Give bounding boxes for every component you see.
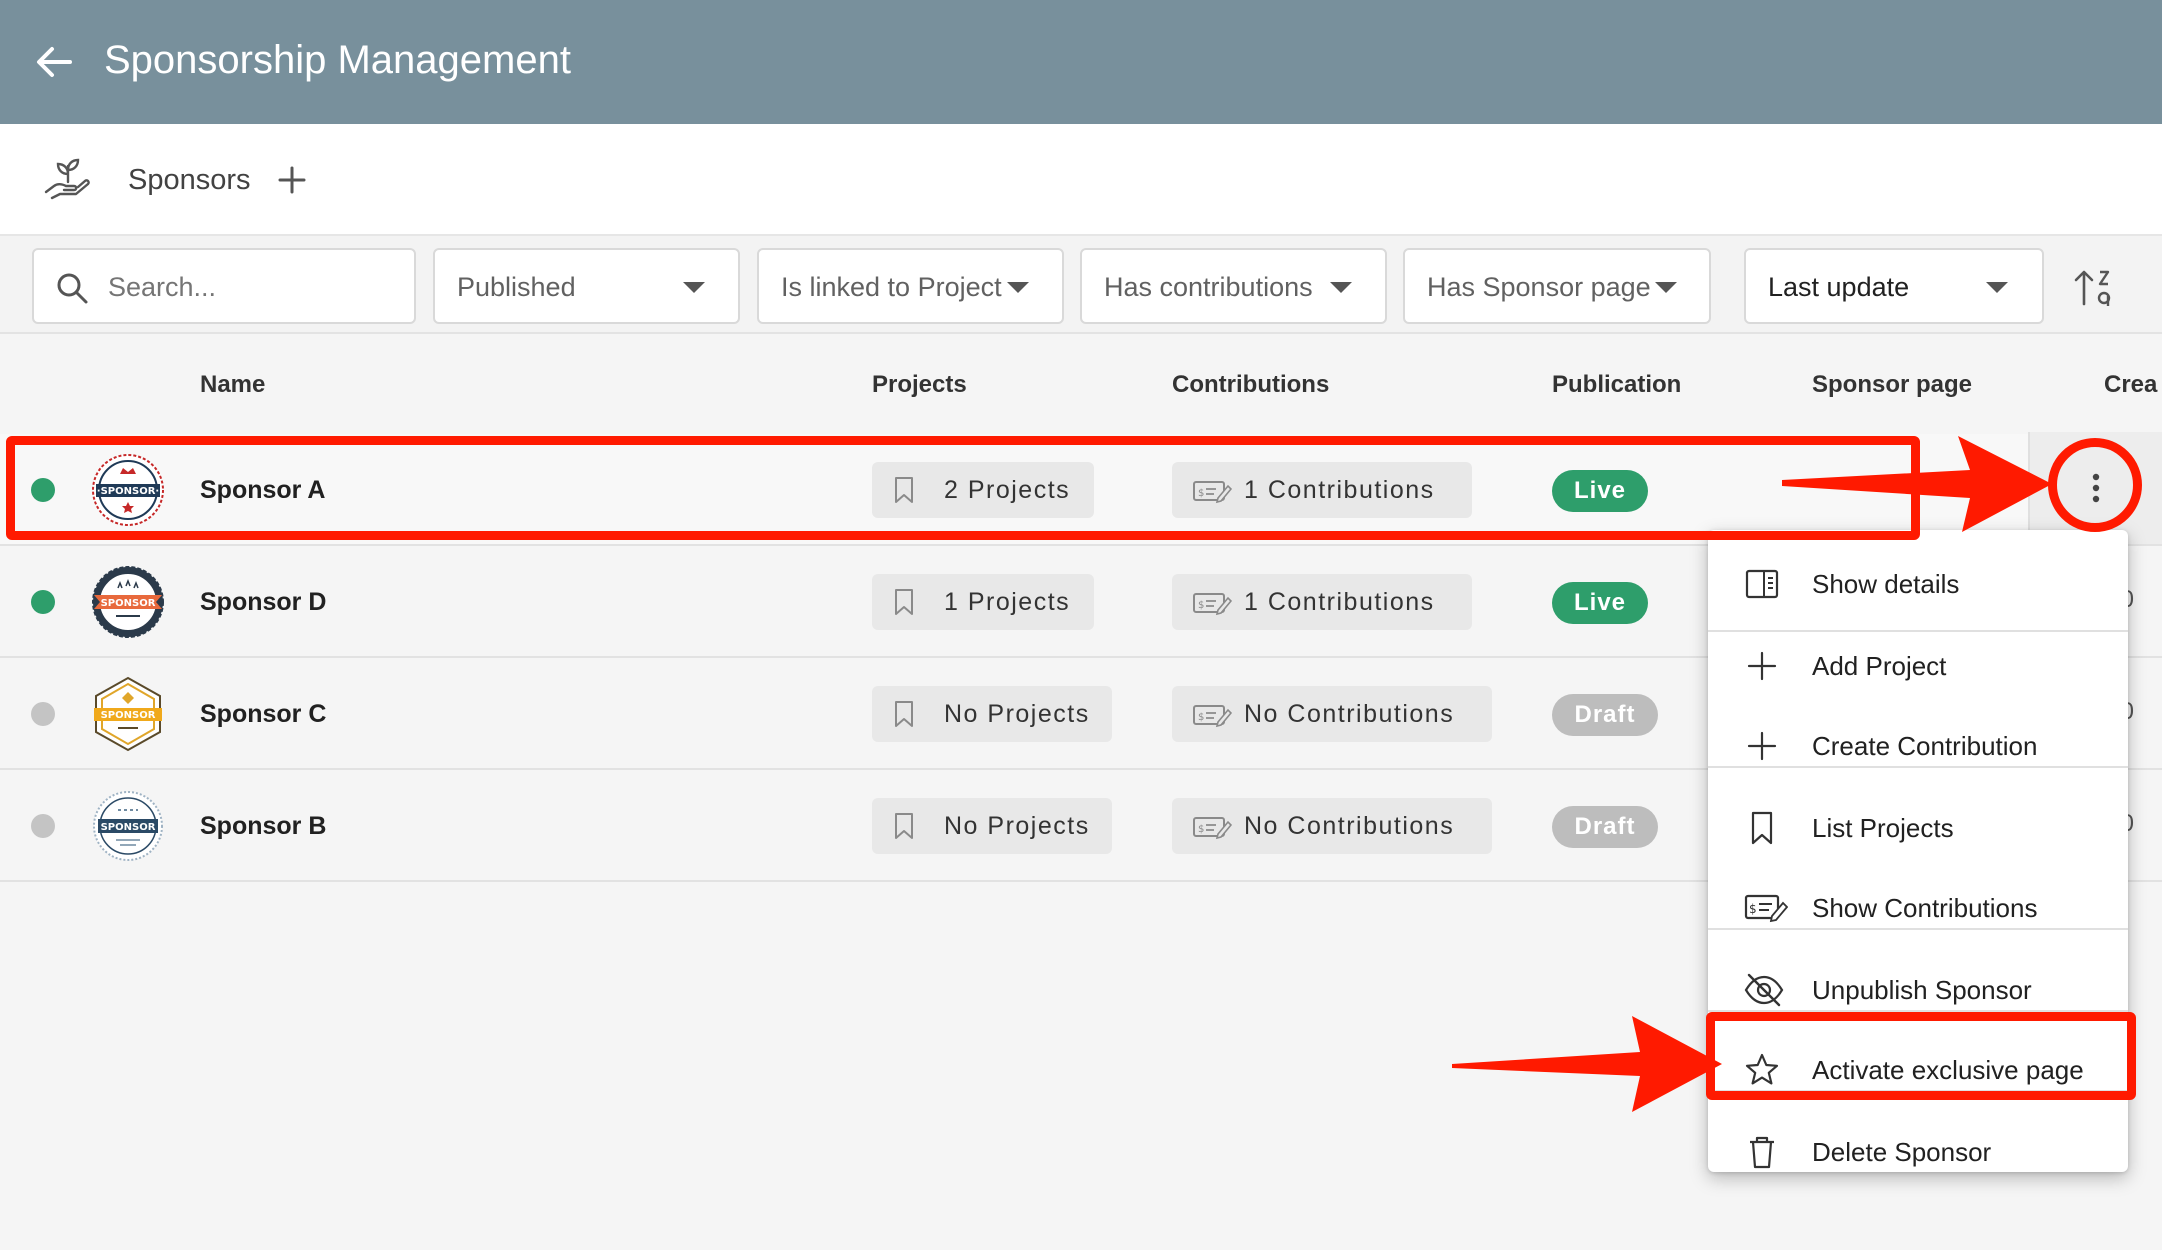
arrow-annotation xyxy=(1782,436,2052,532)
column-header-sponsor-page[interactable]: Sponsor page xyxy=(1812,370,1972,400)
chevron-down-icon xyxy=(1330,282,1352,293)
menu-divider xyxy=(1708,928,2128,930)
svg-text:$: $ xyxy=(1749,902,1757,916)
contributions-chip[interactable]: $ No Contributions xyxy=(1172,798,1492,854)
contributions-chip[interactable]: $ 1 Contributions xyxy=(1172,574,1472,630)
publication-badge: Draft xyxy=(1552,694,1658,736)
projects-chip[interactable]: 1 Projects xyxy=(872,574,1094,630)
svg-text:$: $ xyxy=(1198,824,1204,835)
arrow-annotation xyxy=(1452,1016,1722,1112)
contributions-chip[interactable]: $ No Contributions xyxy=(1172,686,1492,742)
menu-item-show-details[interactable]: Show details xyxy=(1708,542,2128,622)
published-filter[interactable]: Published xyxy=(433,248,740,324)
plus-icon xyxy=(1747,731,1777,761)
highlight-kebab-annotation xyxy=(2048,438,2142,532)
chevron-down-icon xyxy=(683,282,705,293)
menu-item-label: List Projects xyxy=(1812,813,1954,843)
sort-select[interactable]: Last update xyxy=(1744,248,2044,324)
back-arrow-icon[interactable] xyxy=(30,38,78,86)
contribution-icon: $ xyxy=(1193,817,1232,840)
sponsor-logo: SPONSOR xyxy=(93,791,163,861)
panel-icon xyxy=(1745,569,1779,599)
publication-badge: Live xyxy=(1552,582,1648,624)
sort-select-label: Last update xyxy=(1768,272,1910,302)
contributions-chip-label: No Contributions xyxy=(1244,700,1455,728)
column-header-created[interactable]: Crea xyxy=(2104,370,2157,400)
sponsor-page-filter-label: Has Sponsor page xyxy=(1427,272,1651,302)
projects-chip[interactable]: No Projects xyxy=(872,798,1112,854)
chevron-down-icon xyxy=(1655,282,1677,293)
svg-text:$: $ xyxy=(1198,712,1204,723)
menu-item-label: Unpublish Sponsor xyxy=(1812,975,2032,1005)
filter-bar: Search... Published Is linked to Project… xyxy=(0,236,2162,334)
status-dot xyxy=(31,702,55,726)
menu-item-show-contributions[interactable]: $ Show Contributions xyxy=(1708,866,2128,946)
published-filter-label: Published xyxy=(457,272,576,302)
svg-text:SPONSOR: SPONSOR xyxy=(101,598,156,609)
highlight-row-annotation xyxy=(6,436,1920,540)
projects-chip-label: No Projects xyxy=(944,700,1090,728)
sponsor-plant-icon xyxy=(44,158,90,200)
menu-item-label: Show details xyxy=(1812,569,1960,599)
menu-item-label: Show Contributions xyxy=(1812,893,2038,923)
linked-project-filter-label: Is linked to Project xyxy=(781,272,1002,302)
add-sponsor-icon[interactable] xyxy=(278,158,306,202)
sponsor-name[interactable]: Sponsor D xyxy=(200,586,326,618)
app-bar: Sponsorship Management xyxy=(0,0,2162,124)
table-header: Name Projects Contributions Publication … xyxy=(0,334,2162,434)
menu-item-label: Add Project xyxy=(1812,651,1947,681)
column-header-name[interactable]: Name xyxy=(200,370,265,400)
eye-off-icon xyxy=(1744,973,1784,1007)
contribution-icon: $ xyxy=(1193,593,1232,616)
menu-item-create-contribution[interactable]: Create Contribution xyxy=(1708,704,2128,784)
menu-divider xyxy=(1708,766,2128,768)
bookmark-icon xyxy=(1751,811,1773,845)
menu-item-list-projects[interactable]: List Projects xyxy=(1708,786,2128,866)
column-header-contributions[interactable]: Contributions xyxy=(1172,370,1329,400)
svg-text:$: $ xyxy=(1198,600,1204,611)
section-header: Sponsors xyxy=(0,124,2162,236)
chevron-down-icon xyxy=(1007,282,1029,293)
publication-badge: Draft xyxy=(1552,806,1658,848)
plus-icon xyxy=(1747,651,1777,681)
status-dot xyxy=(31,814,55,838)
sponsor-name[interactable]: Sponsor B xyxy=(200,810,326,842)
page-title: Sponsorship Management xyxy=(104,38,571,82)
sponsor-page-filter[interactable]: Has Sponsor page xyxy=(1403,248,1711,324)
svg-text:SPONSOR: SPONSOR xyxy=(101,710,156,721)
menu-item-delete-sponsor[interactable]: Delete Sponsor xyxy=(1708,1110,2128,1190)
contributions-chip-label: No Contributions xyxy=(1244,812,1455,840)
column-header-projects[interactable]: Projects xyxy=(872,370,967,400)
contributions-filter[interactable]: Has contributions xyxy=(1080,248,1387,324)
search-placeholder: Search... xyxy=(108,272,217,302)
bookmark-icon xyxy=(895,589,913,615)
sponsor-name[interactable]: Sponsor C xyxy=(200,698,326,730)
svg-text:SPONSOR: SPONSOR xyxy=(101,822,156,833)
menu-item-label: Create Contribution xyxy=(1812,731,2038,761)
bookmark-icon xyxy=(895,813,913,839)
sort-direction-icon[interactable] xyxy=(2072,266,2116,310)
projects-chip-label: No Projects xyxy=(944,812,1090,840)
linked-project-filter[interactable]: Is linked to Project xyxy=(757,248,1064,324)
trash-icon xyxy=(1750,1136,1774,1169)
search-input[interactable]: Search... xyxy=(32,248,416,324)
contribution-icon: $ xyxy=(1193,705,1232,728)
contributions-chip-label: 1 Contributions xyxy=(1244,588,1435,616)
highlight-menu-item-annotation xyxy=(1706,1012,2136,1100)
contribution-icon: $ xyxy=(1744,894,1788,923)
menu-item-add-project[interactable]: Add Project xyxy=(1708,624,2128,704)
menu-item-label: Delete Sponsor xyxy=(1812,1137,1992,1167)
chevron-down-icon xyxy=(1986,282,2008,293)
search-icon xyxy=(57,273,88,304)
contributions-filter-label: Has contributions xyxy=(1104,272,1313,302)
section-title: Sponsors xyxy=(128,164,251,196)
bookmark-icon xyxy=(895,701,913,727)
projects-chip-label: 1 Projects xyxy=(944,588,1071,616)
status-dot xyxy=(31,590,55,614)
sponsor-logo: SPONSOR xyxy=(92,566,164,638)
column-header-publication[interactable]: Publication xyxy=(1552,370,1681,400)
projects-chip[interactable]: No Projects xyxy=(872,686,1112,742)
sponsor-logo: SPONSOR xyxy=(94,676,162,752)
